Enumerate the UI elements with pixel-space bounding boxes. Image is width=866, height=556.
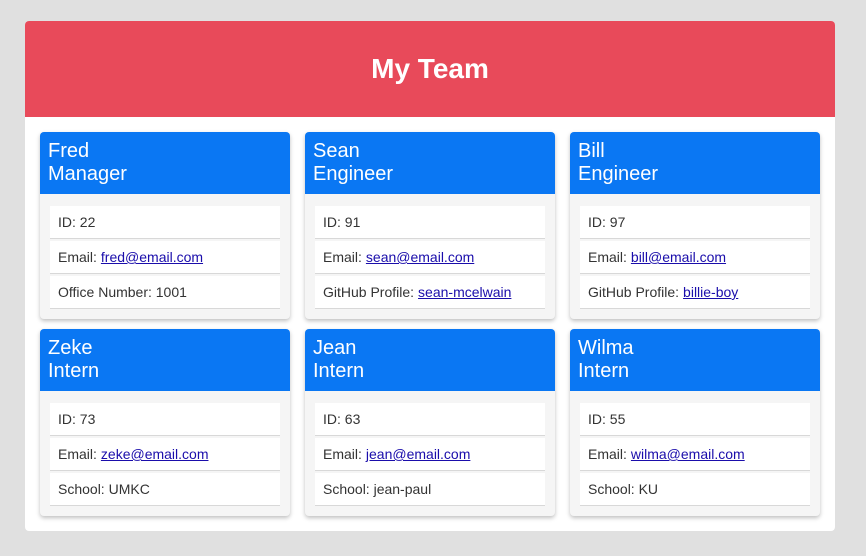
email-link[interactable]: wilma@email.com <box>631 446 745 462</box>
card-header: Zeke Intern <box>40 329 290 391</box>
page-header: My Team <box>25 21 835 117</box>
card-body: ID: 97 Email: bill@email.com GitHub Profile… <box>570 194 820 309</box>
employee-extra-info: GitHub Profile: sean-mcelwain <box>315 276 545 309</box>
card-header: Bill Engineer <box>570 132 820 194</box>
employee-id-text: ID: 55 <box>588 411 626 427</box>
employee-extra-info: GitHub Profile: billie-boy <box>580 276 810 309</box>
employee-extra-info: Office Number: 1001 <box>50 276 280 309</box>
employee-id: ID: 91 <box>315 206 545 239</box>
extra-info-label: Office Number: 1001 <box>58 284 187 300</box>
employee-card: Fred Manager ID: 22 Email: fred@email.com Off… <box>40 132 290 319</box>
employee-card: Jean Intern ID: 63 Email: jean@email.com Scho… <box>305 329 555 516</box>
employee-id: ID: 63 <box>315 403 545 436</box>
github-profile-link[interactable]: sean-mcelwain <box>418 284 511 300</box>
employee-email: Email: bill@email.com <box>580 241 810 274</box>
employee-email: Email: sean@email.com <box>315 241 545 274</box>
email-label: Email: <box>323 249 362 265</box>
email-link[interactable]: jean@email.com <box>366 446 470 462</box>
employee-extra-info: School: KU <box>580 473 810 506</box>
card-header: Sean Engineer <box>305 132 555 194</box>
employee-id: ID: 22 <box>50 206 280 239</box>
employee-role: Engineer <box>578 163 659 185</box>
employee-name: Sean <box>313 140 360 162</box>
employee-id: ID: 73 <box>50 403 280 436</box>
employee-id-text: ID: 22 <box>58 214 96 230</box>
employee-role: Engineer <box>313 163 394 185</box>
employee-name: Wilma <box>578 337 634 359</box>
github-profile-link[interactable]: billie-boy <box>683 284 738 300</box>
employee-email: Email: fred@email.com <box>50 241 280 274</box>
employee-email: Email: wilma@email.com <box>580 438 810 471</box>
card-header: Wilma Intern <box>570 329 820 391</box>
extra-info-label: School: jean-paul <box>323 481 432 497</box>
employee-role: Manager <box>48 163 127 185</box>
employee-name: Fred <box>48 140 90 162</box>
employee-name: Jean <box>313 337 357 359</box>
extra-info-label: School: KU <box>588 481 659 497</box>
employee-email: Email: jean@email.com <box>315 438 545 471</box>
employee-role: Intern <box>313 360 365 382</box>
employee-card: Zeke Intern ID: 73 Email: zeke@email.com Scho… <box>40 329 290 516</box>
card-header: Fred Manager <box>40 132 290 194</box>
card-body: ID: 22 Email: fred@email.com Office Number:… <box>40 194 290 309</box>
employee-id: ID: 55 <box>580 403 810 436</box>
employee-role: Intern <box>48 360 100 382</box>
extra-info-label: GitHub Profile: <box>323 284 415 300</box>
employee-name: Zeke <box>48 337 93 359</box>
email-link[interactable]: zeke@email.com <box>101 446 209 462</box>
email-label: Email: <box>58 446 97 462</box>
employee-card: Bill Engineer ID: 97 Email: bill@email.com Gi… <box>570 132 820 319</box>
employee-id-text: ID: 91 <box>323 214 361 230</box>
employee-role: Intern <box>578 360 630 382</box>
card-body: ID: 91 Email: sean@email.com GitHub Profile… <box>305 194 555 309</box>
employee-email: Email: zeke@email.com <box>50 438 280 471</box>
extra-info-label: GitHub Profile: <box>588 284 680 300</box>
employee-name: Bill <box>578 140 605 162</box>
email-label: Email: <box>588 249 627 265</box>
email-link[interactable]: sean@email.com <box>366 249 474 265</box>
email-link[interactable]: bill@email.com <box>631 249 726 265</box>
card-body: ID: 55 Email: wilma@email.com School: KU <box>570 391 820 506</box>
employee-id-text: ID: 97 <box>588 214 626 230</box>
email-label: Email: <box>323 446 362 462</box>
employee-card: Sean Engineer ID: 91 Email: sean@email.com Gi… <box>305 132 555 319</box>
employee-id-text: ID: 73 <box>58 411 96 427</box>
card-header: Jean Intern <box>305 329 555 391</box>
employee-extra-info: School: UMKC <box>50 473 280 506</box>
email-link[interactable]: fred@email.com <box>101 249 203 265</box>
team-card-grid: Fred Manager ID: 22 Email: fred@email.com Off… <box>40 132 820 516</box>
employee-id-text: ID: 63 <box>323 411 361 427</box>
email-label: Email: <box>588 446 627 462</box>
email-label: Email: <box>58 249 97 265</box>
employee-extra-info: School: jean-paul <box>315 473 545 506</box>
employee-card: Wilma Intern ID: 55 Email: wilma@email.com Sc… <box>570 329 820 516</box>
card-body: ID: 63 Email: jean@email.com School: jean-p… <box>305 391 555 506</box>
page-title: My Team <box>371 53 489 84</box>
extra-info-label: School: UMKC <box>58 481 150 497</box>
card-body: ID: 73 Email: zeke@email.com School: UMKC <box>40 391 290 506</box>
employee-id: ID: 97 <box>580 206 810 239</box>
